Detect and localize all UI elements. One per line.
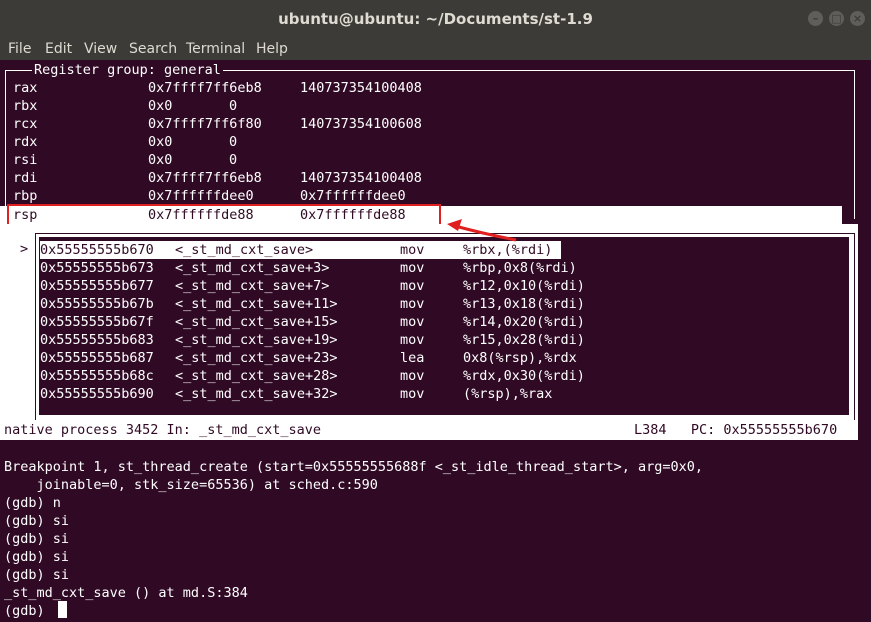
status-right: L384 PC: 0x55555555b670 [634, 422, 838, 438]
menu-terminal[interactable]: Terminal [186, 41, 245, 57]
menu-search[interactable]: Search [129, 41, 177, 57]
asm-row: 0x55555555b673 <_st_md_cxt_save+3> mov %… [40, 260, 577, 276]
register-row: rbp 0x7ffffffdee0 0x7ffffffdee0 [13, 188, 406, 204]
menu-edit[interactable]: Edit [45, 41, 72, 57]
asm-row-current: 0x55555555b670 <_st_md_cxt_save> mov %rb… [40, 241, 561, 259]
asm-row: 0x55555555b677 <_st_md_cxt_save+7> mov %… [40, 278, 585, 294]
asm-listing [39, 237, 849, 415]
console-line: (gdb) si [4, 567, 70, 583]
asm-row: 0x55555555b687 <_st_md_cxt_save+23> lea … [40, 350, 577, 366]
gdb-status-bar: native process 3452 In: _st_md_cxt_save … [0, 420, 858, 440]
minimize-button[interactable]: – [808, 11, 823, 26]
menu-help[interactable]: Help [256, 41, 288, 57]
text-cursor [58, 601, 67, 618]
register-row: rsi 0x0 0 [13, 152, 238, 168]
console-line: Breakpoint 1, st_thread_create (start=0x… [4, 459, 703, 475]
status-left: native process 3452 In: _st_md_cxt_save [4, 422, 321, 438]
console-line: joinable=0, stk_size=65536) at sched.c:5… [4, 477, 378, 493]
gdb-prompt-line[interactable]: (gdb) [4, 602, 53, 620]
menu-bar: File Edit View Search Terminal Help [0, 38, 871, 60]
asm-row: 0x55555555b67f <_st_md_cxt_save+15> mov … [40, 314, 585, 330]
close-button[interactable]: × [850, 11, 865, 26]
register-group-title: Register group: general [32, 62, 223, 78]
register-row: rdx 0x0 0 [13, 134, 238, 150]
register-row: rbx 0x0 0 [13, 98, 238, 114]
console-line: _st_md_cxt_save () at md.S:384 [4, 585, 248, 601]
asm-row: 0x55555555b68c <_st_md_cxt_save+28> mov … [40, 368, 585, 384]
asm-row: 0x55555555b683 <_st_md_cxt_save+19> mov … [40, 332, 585, 348]
terminal-area[interactable]: Register group: general rax 0x7ffff7ff6e… [0, 60, 871, 622]
register-row: rax 0x7ffff7ff6eb8 140737354100408 [13, 80, 422, 96]
register-row: rcx 0x7ffff7ff6f80 140737354100608 [13, 116, 422, 132]
window-titlebar[interactable]: ubuntu@ubuntu: ~/Documents/st-1.9 – □ × [0, 0, 871, 38]
asm-row: 0x55555555b690 <_st_md_cxt_save+32> mov … [40, 386, 553, 402]
console-line: (gdb) si [4, 513, 70, 529]
maximize-button[interactable]: □ [829, 11, 844, 26]
console-line: (gdb) n [4, 495, 61, 511]
window-title: ubuntu@ubuntu: ~/Documents/st-1.9 [278, 10, 593, 28]
menu-view[interactable]: View [84, 41, 117, 57]
register-row: rdi 0x7ffff7ff6eb8 140737354100408 [13, 170, 422, 186]
asm-row: 0x55555555b67b <_st_md_cxt_save+11> mov … [40, 296, 585, 312]
menu-file[interactable]: File [8, 41, 31, 57]
register-panel: Register group: general [5, 62, 855, 219]
current-instruction-marker: > [20, 241, 29, 257]
console-line: (gdb) si [4, 531, 70, 547]
console-line: (gdb) si [4, 549, 70, 565]
